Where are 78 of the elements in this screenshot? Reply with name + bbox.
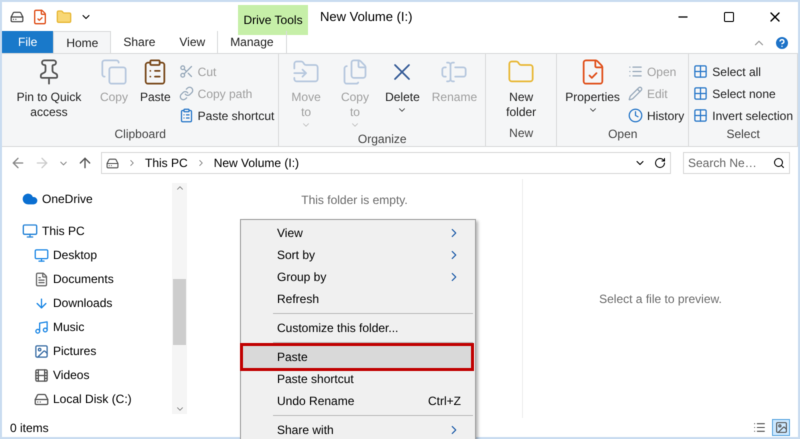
tree-item[interactable]: Videos [22, 363, 172, 387]
menu-item[interactable]: Paste shortcut [243, 368, 473, 390]
tree-item[interactable]: Pictures [22, 339, 172, 363]
address-bar[interactable]: This PC New Volume (I:) [101, 152, 671, 174]
shortcut-label: Ctrl+Z [428, 393, 461, 410]
item-count: 0 items [10, 420, 49, 436]
menu-item[interactable]: Refresh [243, 288, 473, 310]
preview-view-button[interactable] [772, 419, 790, 436]
scissors-icon [178, 64, 194, 79]
ribbon-button[interactable]: Pin to Quick access [6, 58, 92, 125]
preview-message: Select a file to preview. [599, 290, 722, 308]
picture-icon [34, 344, 49, 358]
refresh-icon[interactable] [654, 157, 666, 169]
details-icon [752, 421, 766, 434]
drive-icon[interactable] [10, 10, 24, 24]
search-input[interactable]: Search Ne… [688, 154, 768, 172]
menu-item[interactable]: Paste [243, 346, 471, 368]
menu-item[interactable]: Customize this folder... [243, 317, 473, 339]
group-label: Organize [356, 131, 408, 148]
download-icon [34, 296, 49, 310]
ribbon-tab[interactable]: View [167, 31, 218, 53]
clipboard-icon [178, 108, 194, 123]
group-label: New [508, 125, 534, 142]
desktop-icon [34, 248, 49, 262]
tree-item[interactable]: Documents [22, 267, 172, 291]
document-icon [34, 272, 49, 286]
ribbon-tab[interactable]: Manage [217, 31, 287, 53]
group-label: Open [607, 126, 638, 143]
select-all-icon [693, 64, 708, 79]
search-field[interactable]: Search Ne… [683, 152, 790, 174]
film-icon [34, 368, 49, 382]
ribbon-small-button[interactable]: Invert selection [693, 106, 793, 125]
window-title: New Volume (I:) [319, 8, 414, 26]
music-icon [34, 320, 49, 334]
ribbon-small-button[interactable]: Select all [693, 62, 793, 81]
empty-folder-message: This folder is empty. [301, 192, 408, 209]
menu-item[interactable]: Share with [243, 419, 473, 439]
history-icon [628, 108, 643, 123]
copy-icon [340, 58, 369, 86]
ribbon-small-button[interactable]: Select none [693, 84, 793, 103]
menu-item[interactable]: Group by [243, 266, 473, 288]
menu-item[interactable]: Sort by [243, 244, 473, 266]
maximize-icon [723, 11, 735, 23]
cloud-icon [22, 191, 38, 207]
menu-item[interactable]: View [243, 222, 473, 244]
tree-item[interactable]: OneDrive [22, 187, 172, 211]
picture-icon [774, 421, 788, 434]
back-icon[interactable] [10, 155, 26, 171]
tree-item[interactable]: Desktop [22, 243, 172, 267]
ribbon-tab[interactable]: Share [111, 31, 168, 53]
drive-icon [34, 392, 49, 406]
monitor-icon [22, 223, 38, 239]
ribbon-button[interactable]: Properties [561, 58, 624, 125]
tree-item[interactable]: This PC [22, 219, 172, 243]
scrollbar[interactable] [172, 183, 187, 414]
ribbon-small-button[interactable]: Paste shortcut [178, 106, 274, 125]
drive-icon [106, 156, 119, 170]
breadcrumb[interactable]: New Volume (I:) [214, 154, 300, 172]
search-icon [773, 157, 785, 169]
ribbon-button[interactable]: Paste [136, 58, 175, 125]
tree-item[interactable]: Local Disk (C:) [22, 387, 172, 411]
group-label: Select [725, 126, 761, 143]
group-label: Clipboard [114, 126, 167, 143]
copy-icon [100, 58, 128, 86]
ribbon-button[interactable]: New folder [490, 58, 552, 124]
menu-item[interactable]: Undo Rename Ctrl+Z [243, 390, 473, 412]
ribbon-tab[interactable]: File [2, 31, 54, 53]
properties-icon[interactable] [32, 9, 48, 25]
help-icon[interactable] [774, 35, 790, 51]
up-icon[interactable] [77, 155, 93, 171]
breadcrumb[interactable]: This PC [145, 154, 188, 172]
tree-item[interactable]: Downloads [22, 291, 172, 315]
edit-icon [628, 86, 643, 101]
ribbon-tab[interactable]: Home [53, 31, 112, 53]
ribbon-button[interactable]: Delete [381, 58, 424, 130]
ribbon-small-button[interactable]: History [628, 106, 684, 125]
contextual-tab-group: Drive Tools [238, 5, 308, 35]
tree-item[interactable]: Music [22, 315, 172, 339]
